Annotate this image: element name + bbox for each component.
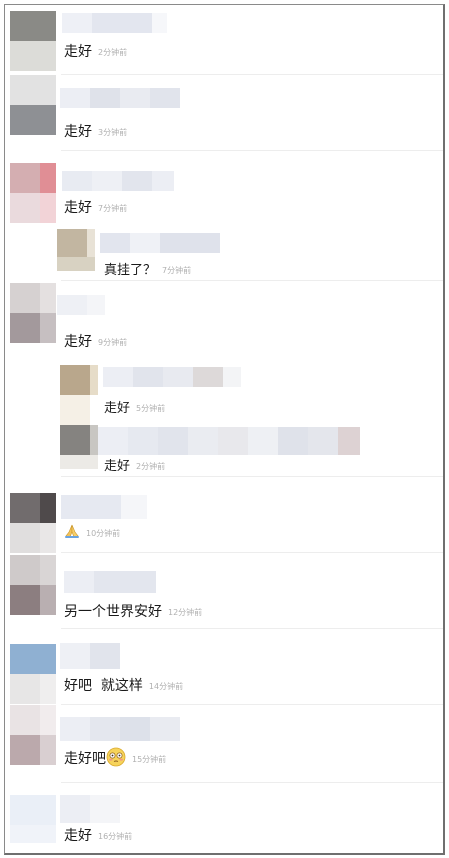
avatar[interactable] [10,493,56,553]
avatar[interactable] [60,365,98,425]
comment-time: 2分钟前 [98,47,128,57]
username-blurred[interactable] [60,88,180,108]
folded-hands-icon [64,523,80,543]
avatar[interactable] [10,705,56,765]
comment-item[interactable]: 好吧 就这样 14分钟前 [5,629,443,705]
avatar[interactable] [57,229,95,271]
avatar[interactable] [10,11,56,71]
comment-time: 7分钟前 [98,203,128,213]
reply-item[interactable]: 走好 2分钟前 [5,421,443,477]
comment-item[interactable]: 另一个世界安好 12分钟前 [5,553,443,629]
reply-time: 2分钟前 [136,462,166,471]
comment-time: 10分钟前 [86,528,121,538]
comment-time: 14分钟前 [148,681,184,691]
username-blurred[interactable] [98,427,360,455]
comment-time: 12分钟前 [168,607,203,617]
avatar[interactable] [10,644,56,704]
username-blurred[interactable] [60,717,180,741]
comment-item[interactable]: 走好 2分钟前 [5,5,443,75]
username-blurred[interactable] [57,295,105,315]
comment-time: 3分钟前 [98,127,128,137]
username-blurred[interactable] [60,795,120,823]
avatar[interactable] [10,795,56,843]
comment-list: 走好 2分钟前 走好 3分钟前 走好 7分钟前 真挂了？ 7分钟前 走好 9分钟… [4,4,445,855]
avatar[interactable] [10,75,56,135]
avatar[interactable] [10,555,56,615]
comment-time: 16分钟前 [98,831,133,841]
reply-time: 7分钟前 [162,266,192,275]
username-blurred[interactable] [62,13,167,33]
comment-item[interactable]: 走好吧 15分钟前 [5,705,443,783]
username-blurred[interactable] [62,171,174,191]
avatar[interactable] [10,283,56,343]
comment-time: 9分钟前 [98,337,128,347]
reply-item[interactable]: 走好 5分钟前 [5,361,443,425]
reply-text: 走好 5分钟前 [104,401,166,416]
comment-item[interactable]: 走好 7分钟前 真挂了？ 7分钟前 [5,151,443,281]
comment-item[interactable]: 走好 3分钟前 [5,75,443,151]
comment-text: 走好 3分钟前 [64,124,128,140]
username-blurred[interactable] [64,571,156,593]
reply-text: 走好 2分钟前 [104,459,166,474]
comment-item[interactable]: 走好 9分钟前 走好 5分钟前 走好 2分钟前 [5,281,443,477]
comment-text: 走好 2分钟前 [64,44,128,60]
comment-time: 15分钟前 [132,754,167,764]
reply-time: 5分钟前 [136,404,166,413]
comment-text: 10分钟前 [64,523,120,543]
username-blurred[interactable] [61,495,147,519]
comment-text: 走好 9分钟前 [64,334,128,350]
reply-text: 真挂了？ 7分钟前 [104,263,192,278]
avatar[interactable] [60,425,98,469]
comment-item[interactable]: 走好 16分钟前 [5,783,443,853]
flushed-face-icon [106,747,126,771]
username-blurred[interactable] [100,233,220,253]
comment-item[interactable]: 10分钟前 [5,477,443,553]
avatar[interactable] [10,163,56,223]
username-blurred[interactable] [60,643,120,669]
username-blurred[interactable] [103,367,241,387]
reply-item[interactable]: 真挂了？ 7分钟前 [5,227,443,281]
comment-text: 走好 7分钟前 [64,200,128,216]
comment-text: 另一个世界安好 12分钟前 [64,604,203,620]
comment-text: 走好吧 15分钟前 [64,747,166,771]
comment-text: 走好 16分钟前 [64,828,133,844]
comment-text: 好吧 就这样 14分钟前 [64,678,184,694]
